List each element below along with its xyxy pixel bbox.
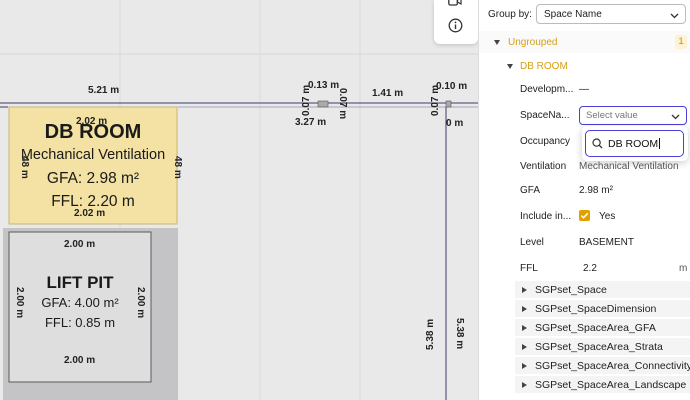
space-name-select[interactable]: Select value bbox=[579, 105, 687, 125]
caret-down-icon bbox=[507, 64, 513, 69]
dimension-label: 1.41 m bbox=[372, 88, 404, 99]
property-row-space-name: SpaceNa... Select value bbox=[479, 104, 690, 126]
group-label: Ungrouped bbox=[508, 36, 558, 48]
dimension-label: 0 m bbox=[446, 118, 464, 129]
property-row: Include in... Yes bbox=[479, 205, 690, 227]
property-key: FFL bbox=[520, 262, 538, 274]
lift-pit-label[interactable]: LIFT PIT GFA: 4.00 m² FFL: 0.85 m bbox=[9, 272, 151, 333]
pset-label: SGPset_SpaceArea_Landscape bbox=[535, 378, 687, 391]
property-value: — bbox=[579, 83, 589, 95]
group-by-select[interactable]: Space Name bbox=[536, 4, 686, 24]
item-label: DB ROOM bbox=[520, 60, 568, 72]
canvas-toolbar bbox=[434, 0, 478, 44]
property-key: Include in... bbox=[520, 210, 572, 222]
caret-right-icon bbox=[522, 362, 527, 369]
space-name-placeholder: Select value bbox=[586, 109, 638, 121]
property-key: SpaceNa... bbox=[520, 109, 570, 121]
dimension-label: 2.00 m bbox=[64, 239, 96, 250]
chevron-down-icon bbox=[670, 11, 679, 22]
dimension-label: 5.38 m bbox=[454, 318, 465, 350]
property-key: Developm... bbox=[520, 83, 574, 95]
dimension-label: 0.07 m bbox=[301, 84, 312, 116]
property-row: Ventilation Mechanical Ventilation bbox=[479, 155, 690, 177]
pset-row[interactable]: SGPset_SpaceArea_Landscape bbox=[515, 376, 690, 394]
caret-right-icon bbox=[522, 305, 527, 312]
caret-right-icon bbox=[522, 381, 527, 388]
room-gfa: GFA: 4.00 m² bbox=[41, 295, 119, 310]
db-room-label[interactable]: DB ROOM Mechanical Ventilation GFA: 2.98… bbox=[9, 120, 177, 213]
property-key: Level bbox=[520, 236, 544, 248]
dimension-label: 3.27 m bbox=[295, 117, 327, 128]
dimension-label: 0.07 m bbox=[337, 88, 348, 120]
floor-plan-canvas[interactable]: 5.21 m 2.02 m 0.13 m 0.07 m 0.07 m 1.41 … bbox=[0, 0, 478, 400]
room-name: LIFT PIT bbox=[46, 273, 114, 292]
column-marker bbox=[445, 100, 452, 108]
caret-right-icon bbox=[522, 324, 527, 331]
search-icon bbox=[592, 138, 603, 149]
room-gfa: GFA: 2.98 m² bbox=[46, 170, 140, 187]
dimension-label: 0.10 m bbox=[436, 81, 468, 92]
check-icon bbox=[580, 212, 589, 219]
pset-row[interactable]: SGPset_SpaceArea_Connectivity bbox=[515, 357, 690, 375]
pset-row[interactable]: SGPset_SpaceDimension bbox=[515, 300, 690, 318]
property-value: Yes bbox=[599, 210, 616, 222]
pset-label: SGPset_SpaceDimension bbox=[535, 302, 657, 315]
caret-down-icon bbox=[494, 40, 500, 45]
property-value: BASEMENT bbox=[579, 236, 635, 248]
room-ffl: FFL: 2.20 m bbox=[51, 193, 135, 210]
dimension-label: 5.21 m bbox=[88, 85, 120, 96]
column-marker bbox=[317, 100, 329, 108]
item-header-db-room[interactable]: DB ROOM bbox=[479, 55, 690, 77]
property-key: Ventilation bbox=[520, 160, 567, 172]
room-ffl: FFL: 0.85 m bbox=[44, 315, 116, 330]
property-value[interactable]: 2.2 bbox=[583, 263, 597, 274]
pset-label: SGPset_SpaceArea_Strata bbox=[535, 340, 663, 353]
chevron-down-icon bbox=[671, 112, 680, 123]
property-key: GFA bbox=[520, 184, 541, 196]
property-row: Level BASEMENT bbox=[479, 231, 690, 253]
pset-label: SGPset_Space bbox=[535, 283, 607, 296]
dimension-label: 0.13 m bbox=[308, 80, 340, 91]
property-value: 2.98 m² bbox=[579, 184, 613, 196]
property-row: Developm... — bbox=[479, 78, 690, 100]
room-name: DB ROOM bbox=[44, 121, 142, 143]
include-checkbox[interactable] bbox=[579, 210, 590, 221]
group-header-ungrouped[interactable]: Ungrouped 1 bbox=[479, 31, 690, 53]
property-key: Occupancy bbox=[520, 135, 571, 147]
group-by-row: Group by: Space Name bbox=[479, 3, 690, 25]
text-cursor bbox=[659, 138, 661, 149]
dropdown-search-box[interactable]: DB ROOM bbox=[585, 130, 684, 157]
pset-row[interactable]: SGPset_SpaceArea_Strata bbox=[515, 338, 690, 356]
caret-right-icon bbox=[522, 343, 527, 350]
pset-label: SGPset_SpaceArea_GFA bbox=[535, 321, 656, 334]
pset-row[interactable]: SGPset_SpaceArea_GFA bbox=[515, 319, 690, 337]
room-ventilation: Mechanical Ventilation bbox=[20, 147, 166, 163]
group-count-badge: 1 bbox=[675, 35, 687, 49]
properties-panel: Group by: Space Name Ungrouped 1 DB ROOM… bbox=[478, 0, 690, 400]
pset-row[interactable]: SGPset_Space bbox=[515, 281, 690, 299]
property-value: Mechanical Ventilation bbox=[579, 160, 679, 172]
caret-right-icon bbox=[522, 286, 527, 293]
group-by-label: Group by: bbox=[488, 8, 532, 20]
property-unit: m bbox=[679, 262, 688, 274]
property-row: GFA 2.98 m² bbox=[479, 179, 690, 201]
dimension-label: 5.38 m bbox=[425, 318, 436, 350]
property-row: FFL 2.2 m bbox=[479, 257, 690, 279]
dimension-label: 2.00 m bbox=[64, 355, 96, 366]
pset-label: SGPset_SpaceArea_Connectivity bbox=[535, 359, 690, 372]
group-by-value: Space Name bbox=[544, 8, 602, 20]
dropdown-search-input[interactable]: DB ROOM bbox=[608, 138, 658, 150]
